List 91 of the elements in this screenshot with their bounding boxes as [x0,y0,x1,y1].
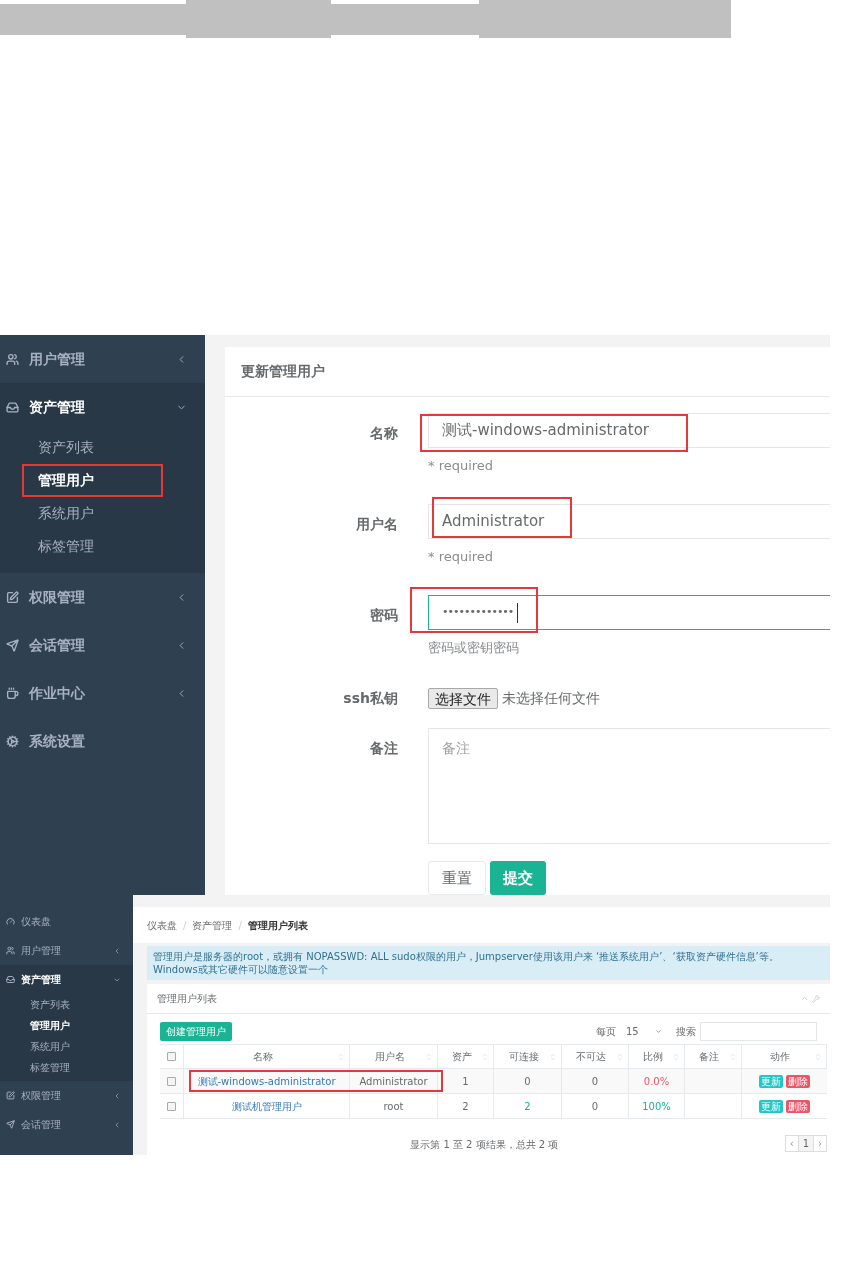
paper-plane-icon [6,638,19,652]
nav-item[interactable]: 权限管理 [0,1081,133,1110]
caret-icon [655,1027,662,1035]
tray-icon [6,975,15,984]
page-button[interactable]: 1 [797,1135,814,1151]
field-label: 名称 [370,425,398,441]
prev-page-button[interactable]: ‹ [785,1135,798,1151]
pen-icon [6,1091,15,1100]
table-cell-text: 2 [462,1099,469,1114]
search-field[interactable] [700,1021,817,1041]
column-header: 可连接 [508,1051,539,1062]
pen-icon [6,590,19,604]
nav-subitem[interactable]: 资产列表 [22,431,163,464]
card-title: 管理用户列表 [157,992,218,1006]
column-header: 动作 [770,1051,790,1062]
input-field[interactable]: 测试-windows-administrator [428,413,830,448]
field-label: 用户名 [356,516,398,532]
nav-item[interactable]: 会话管理 [0,1110,133,1139]
help-text: * required [428,549,494,564]
nav-item[interactable]: 系统设置 [0,717,205,765]
table-cell-text: 100% [642,1099,671,1114]
nav-subitem[interactable]: 系统用户 [22,1037,72,1056]
column-header: 用户名 [374,1051,405,1062]
nav-subitem[interactable]: 资产列表 [22,995,72,1014]
nav-subitem[interactable]: 标签管理 [22,1058,72,1077]
table-cell-text: Administrator [359,1074,428,1089]
column-header: 不可达 [576,1051,606,1062]
nav-subitem[interactable]: 管理用户 [22,1016,72,1035]
page-size-label: 每页 [596,1024,616,1039]
nav-item[interactable]: 仪表盘 [0,907,133,936]
users-icon [6,352,19,366]
paper-plane-icon [6,1120,15,1129]
help-text: * required [428,458,494,473]
breadcrumb-item[interactable]: 资产管理 [192,917,233,933]
nav-subitem[interactable]: 系统用户 [22,497,163,530]
breadcrumb-item: 管理用户列表 [247,918,308,933]
field-label: 密码 [370,607,398,623]
column-header: 备注 [699,1051,719,1062]
help-text: 密码或密钥密码 [428,640,519,655]
search-label: 搜索 [676,1024,696,1039]
table-cell-text: 0 [591,1099,599,1114]
cup-icon [6,686,19,700]
info-alert: 管理用户是服务器的root，或拥有 NOPASSWD: ALL sudo权限的用户，Jumpserver使用该用户来 ‘推送系统用户’、‘获取资产硬件信息’等。 Windows或其它硬件可以随意设置一个 [147,946,830,980]
table-cell-text: 1 [462,1074,469,1089]
field-label: ssh私钥 [343,690,398,706]
breadcrumb-item[interactable]: 仪表盘 [147,917,177,933]
users-icon [6,946,15,955]
notes-textarea[interactable]: 备注 [428,728,830,844]
chevron-left-icon [113,1120,121,1129]
tray-icon [6,400,19,414]
chevron-left-icon [113,946,121,955]
file-status: 未选择任何文件 [502,688,600,708]
breadcrumb-separator: / [238,918,242,933]
name-link[interactable]: 测试机管理用户 [231,1098,302,1114]
nav-item[interactable]: 资产管理 [0,383,205,431]
next-page-button[interactable]: › [814,1135,826,1151]
table-summary: 显示第 1 至 2 项结果，总共 2 项 [410,1139,559,1150]
field-label: 备注 [370,740,398,756]
nav-item[interactable]: 用户管理 [0,335,205,383]
table-cell-text: 2 [524,1099,531,1114]
table-cell-text: 0 [591,1074,599,1089]
gauge-icon [6,917,15,926]
nav-item[interactable]: 权限管理 [0,573,205,621]
delete-button[interactable]: 删除 [786,1099,810,1113]
table-cell-text: 0.0% [643,1074,670,1089]
breadcrumb-separator: / [183,918,187,933]
row-checkbox[interactable] [167,1052,176,1061]
reset-button[interactable]: 重置 [428,861,486,895]
nav-item[interactable]: 会话管理 [0,621,205,669]
nav-item[interactable]: 资产管理 [0,965,133,994]
table-cell-text: root [383,1099,404,1114]
row-checkbox[interactable] [167,1101,176,1111]
card-title: 更新管理用户 [241,362,325,381]
collapse-icon[interactable] [800,994,809,1003]
column-header: 名称 [252,1051,273,1062]
row-checkbox[interactable] [167,1076,176,1086]
column-header: 比例 [642,1051,663,1062]
wrench-icon[interactable] [812,994,820,1003]
column-header: 资产 [451,1051,472,1062]
input-field[interactable]: ••••••••••••• [428,595,830,630]
nav-subitem[interactable]: 标签管理 [22,530,163,563]
nav-subitem[interactable]: 管理用户 [22,464,163,497]
delete-button[interactable]: 删除 [786,1074,810,1088]
nav-item[interactable]: 作业中心 [0,669,205,717]
nav-item[interactable]: 用户管理 [0,936,133,965]
table-cell-text: 0 [524,1074,531,1089]
name-link[interactable]: 测试-windows-administrator [197,1073,336,1089]
input-field[interactable]: Administrator [428,504,830,539]
chevron-left-icon [113,1091,121,1100]
choose-file-button[interactable]: 选择文件 [428,687,498,709]
gear-icon [6,734,19,748]
